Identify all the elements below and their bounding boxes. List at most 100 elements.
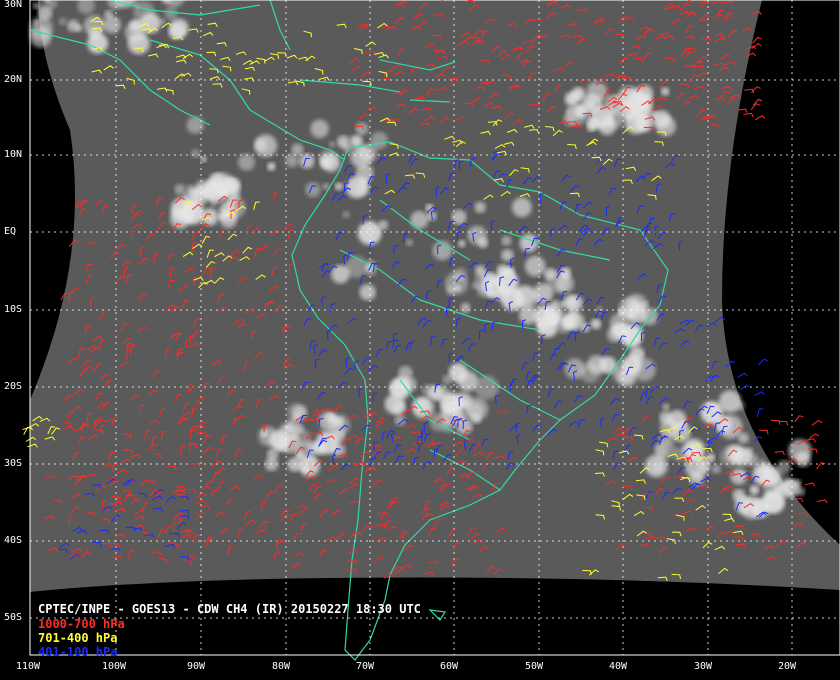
wind-barb (737, 108, 748, 114)
cloud-blob (634, 113, 654, 132)
wind-barb (737, 372, 748, 378)
cloud-blob (621, 327, 642, 348)
cloud-blob (258, 426, 279, 446)
cloud-blob (524, 255, 546, 277)
satellite-image (22, 0, 840, 661)
cloud-blob (299, 153, 315, 169)
legend-low-level: 1000-700 hPa (38, 617, 125, 631)
cloud-blob (32, 2, 40, 10)
longitude-label: 80W (272, 661, 291, 672)
cloud-blob (310, 119, 329, 138)
longitude-label: 50W (525, 661, 544, 672)
cloud-blob (718, 414, 743, 439)
cloud-blob (286, 417, 302, 433)
cloud-blob (762, 462, 771, 471)
latitude-label: 20S (4, 381, 23, 392)
wind-barb (774, 450, 785, 456)
cloud-blob (564, 91, 580, 107)
cloud-blob (662, 403, 670, 411)
cloud-blob (301, 465, 310, 473)
cloud-blob (405, 238, 413, 247)
earth-disk (30, 0, 840, 592)
wind-barb (739, 384, 751, 391)
wind-barb (759, 429, 769, 435)
cloud-blob (422, 384, 436, 398)
cloud-blob (329, 141, 336, 148)
longitude-label: 20W (778, 661, 797, 672)
cloud-blob (359, 284, 376, 301)
cloud-blob (511, 197, 532, 218)
wind-barb (794, 415, 804, 423)
cloud-blob (549, 313, 560, 324)
wind-barb (752, 36, 762, 44)
cloud-blob (599, 356, 617, 374)
cloud-blob (446, 397, 460, 411)
cloud-blob (654, 443, 668, 458)
cloud-blob (573, 104, 587, 119)
longitude-label: 60W (440, 661, 459, 672)
wind-barb (770, 419, 781, 425)
cloud-blob (446, 285, 456, 295)
cloud-blob (656, 116, 676, 137)
cloud-blob (370, 131, 388, 150)
cloud-blob (513, 285, 536, 307)
cloud-blob (474, 201, 486, 213)
latitude-label: 10S (4, 304, 23, 315)
cloud-blob (781, 479, 800, 498)
cloud-blob (744, 447, 754, 457)
cloud-blob (208, 173, 222, 187)
cloud-blob (730, 468, 747, 485)
cloud-blob (390, 379, 407, 397)
latitude-label: 40S (4, 535, 23, 546)
wind-barb (750, 103, 761, 111)
longitude-label: 30W (694, 661, 713, 672)
cloud-blob (625, 302, 648, 324)
cloud-blob (667, 410, 687, 429)
legend-high-level: 401-100 hPa (38, 645, 118, 659)
cloud-blob (519, 233, 538, 253)
cloud-blob (795, 451, 811, 467)
wind-barb (758, 358, 768, 366)
cloud-blob (566, 107, 574, 115)
latitude-label: 30N (4, 0, 23, 10)
wind-barb (756, 408, 764, 418)
cloud-blob (718, 390, 742, 413)
cloud-blob (200, 156, 207, 163)
cloud-blob (590, 318, 602, 330)
cloud-blob (345, 255, 368, 278)
cloud-blob (29, 26, 52, 48)
cloud-blob (291, 143, 304, 156)
cloud-blob (458, 239, 466, 248)
wind-barb (808, 433, 819, 439)
satellite-map: 30N 20N 10N EQ 10S 20S 30S 40S 50S 110W 100W 90W 80… (0, 0, 840, 680)
wind-barb (817, 499, 828, 504)
longitude-label: 70W (356, 661, 375, 672)
longitude-label: 110W (16, 661, 41, 672)
cloud-blob (186, 116, 204, 134)
cloud-blob (481, 272, 499, 290)
latitude-label: 30S (4, 458, 23, 469)
wind-barb (804, 482, 816, 487)
cloud-blob (564, 358, 586, 379)
cloud-blob (218, 213, 225, 221)
cloud-blob (734, 496, 754, 515)
cloud-blob (331, 429, 345, 443)
cloud-blob (559, 301, 566, 308)
cloud-blob (460, 302, 471, 313)
cloud-blob (467, 225, 487, 245)
cloud-blob (499, 269, 516, 287)
cloud-blob (164, 7, 178, 21)
cloud-blob (67, 19, 80, 32)
cloud-blob (345, 176, 368, 199)
longitude-label: 100W (102, 661, 127, 672)
legend-mid-level: 701-400 hPa (38, 631, 118, 645)
cloud-blob (103, 15, 121, 34)
cloud-blob (58, 17, 67, 26)
cloud-blob (334, 182, 343, 191)
cloud-blob (448, 363, 468, 383)
cloud-blob (711, 464, 721, 474)
cloud-blob (532, 283, 554, 304)
longitude-label: 90W (187, 661, 206, 672)
cloud-blob (83, 15, 105, 37)
cloud-blob (710, 403, 719, 413)
